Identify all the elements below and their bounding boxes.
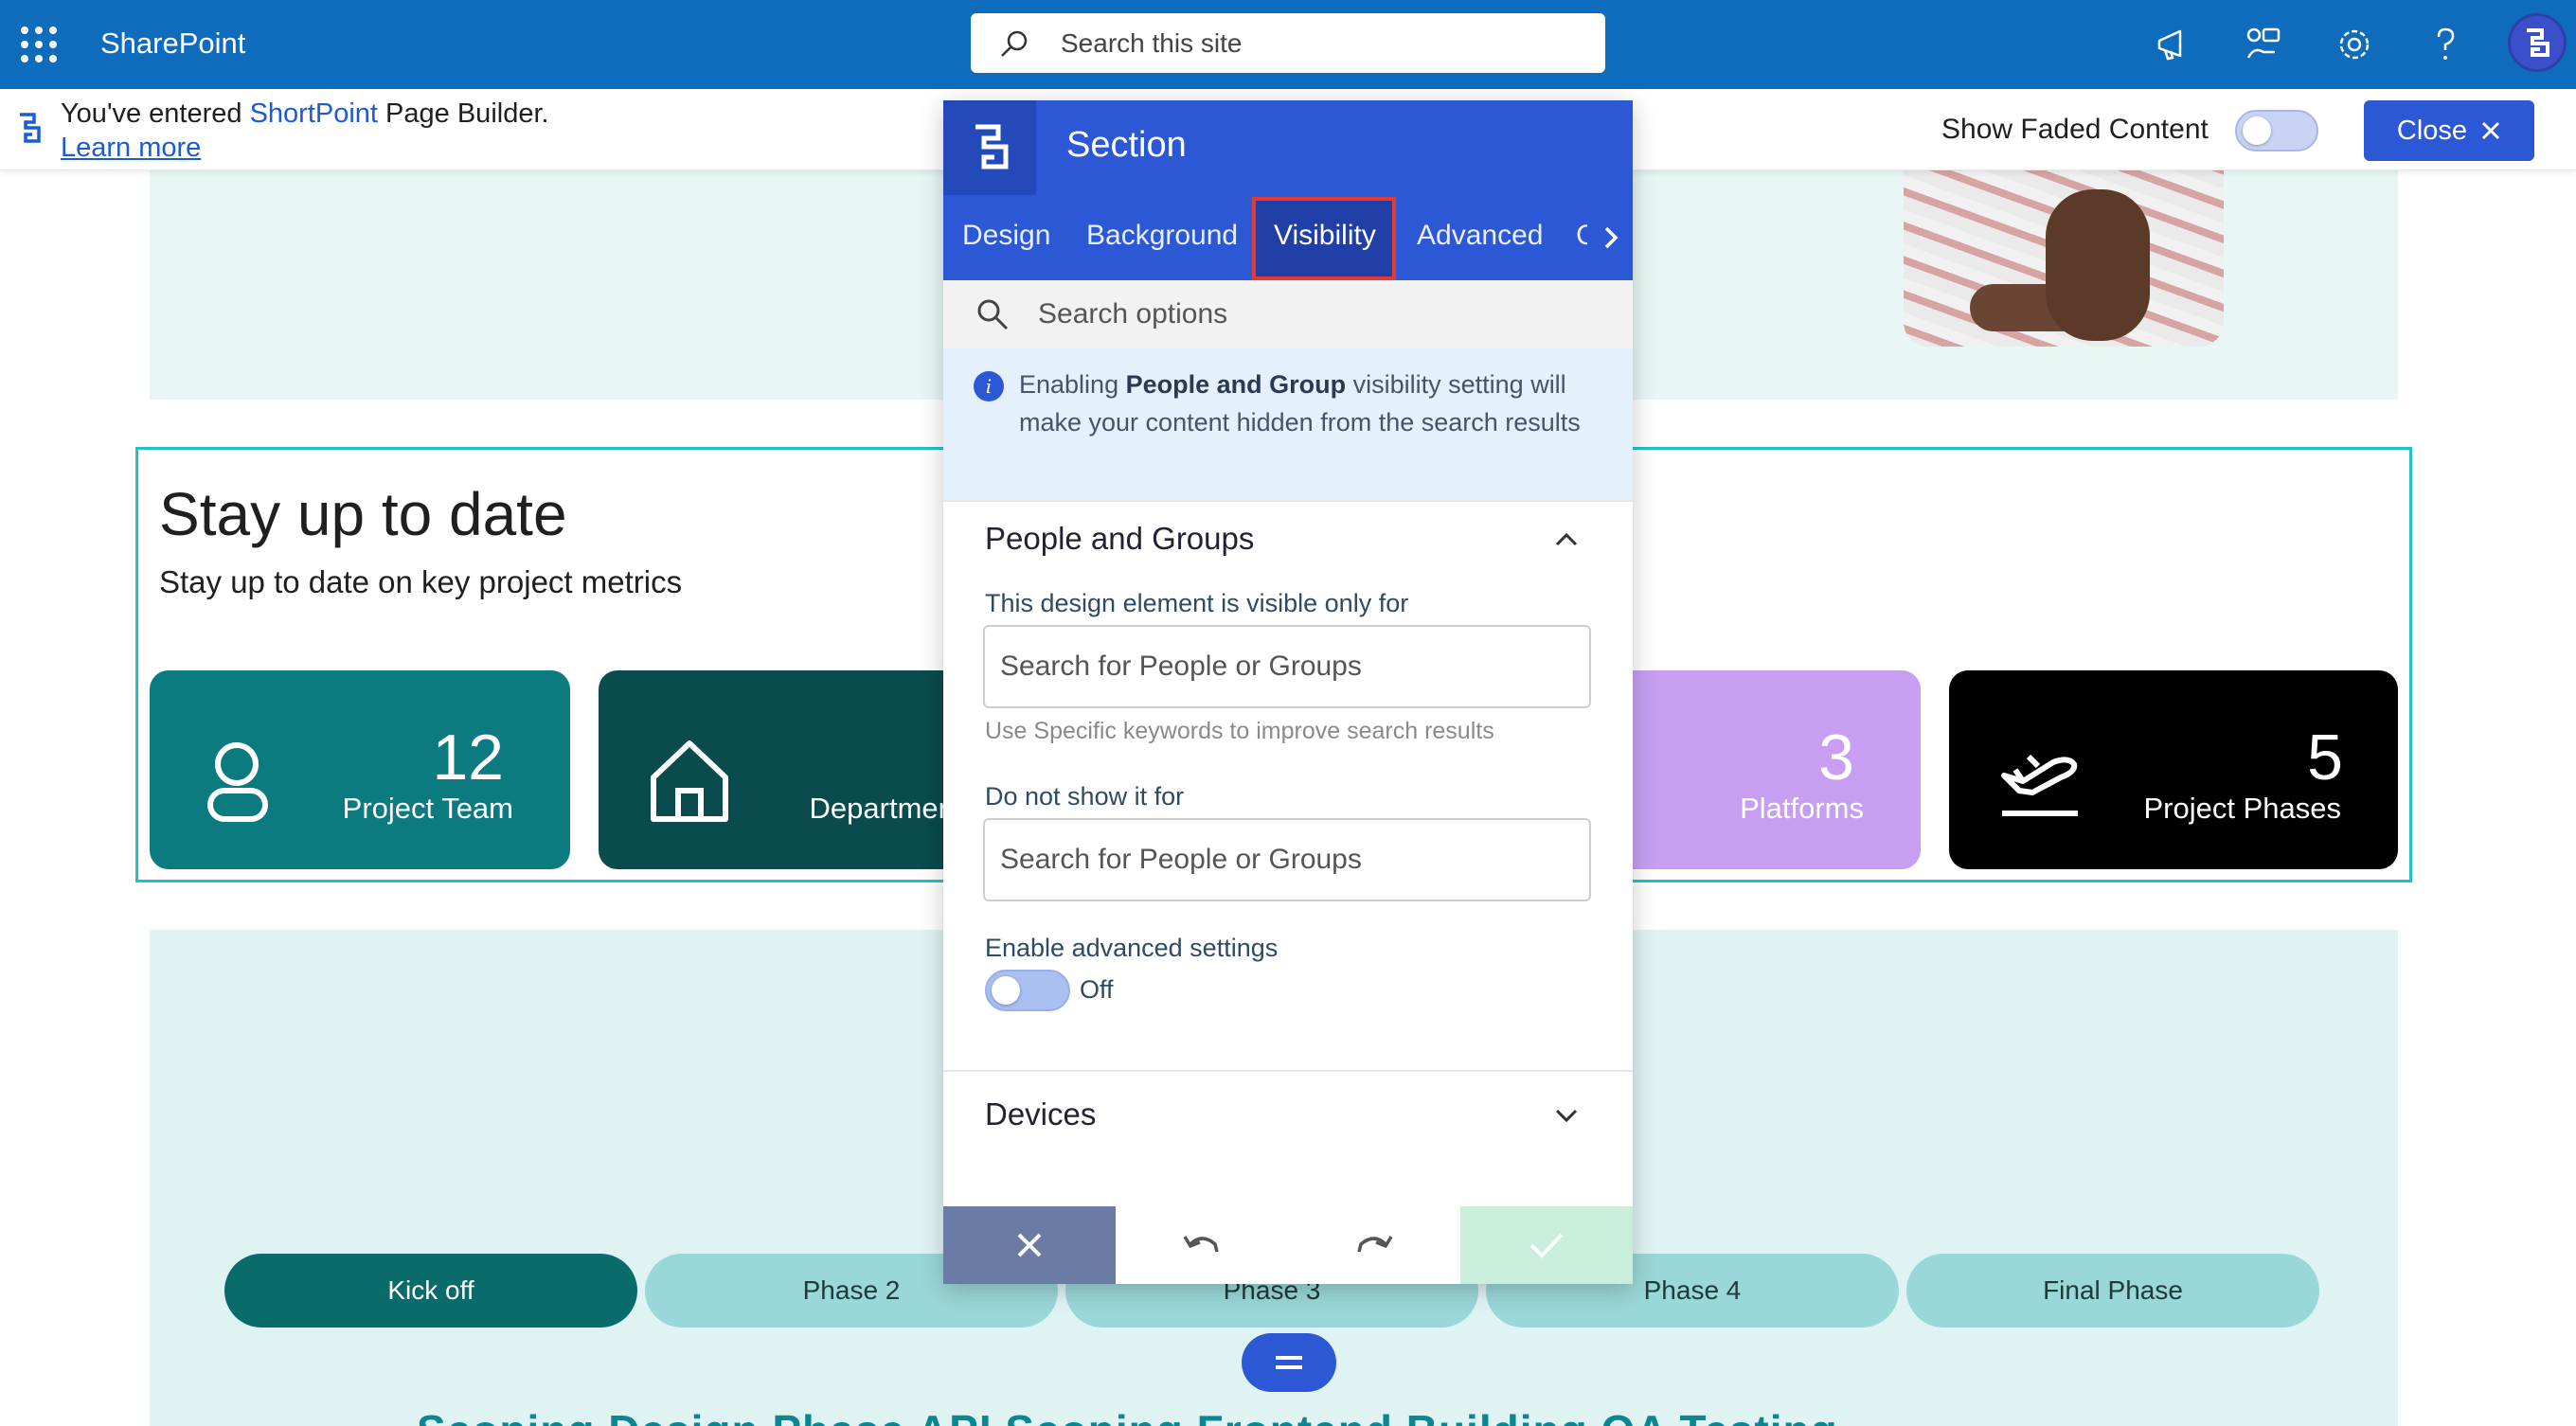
panel-title: Section [1066,125,1187,165]
undo-button[interactable] [1116,1206,1288,1284]
discard-button[interactable] [943,1206,1116,1284]
gear-icon[interactable] [2334,24,2375,65]
shortpoint-logo-icon [2527,28,2549,57]
metric-card-project-phases[interactable]: 5 Project Phases [1949,670,2398,869]
close-icon [1017,1233,1042,1257]
panel-logo [943,100,1036,195]
advanced-settings-state: Off [1080,975,1114,1004]
tab-visibility[interactable]: Visibility [1274,220,1376,252]
tab-advanced[interactable]: Advanced [1417,220,1543,252]
search-icon [977,299,1009,330]
metric-label: Platforms [1740,792,1864,825]
hero-person-photo [1904,170,2224,347]
save-button[interactable] [1460,1206,1633,1284]
options-search[interactable] [943,280,1633,348]
site-search-box[interactable] [971,13,1605,73]
shortpoint-avatar[interactable] [2508,13,2567,72]
builder-message: You've entered ShortPoint Page Builder. [61,98,549,129]
show-faded-content-toggle[interactable] [2235,110,2318,152]
metric-label: Project Team [342,792,513,825]
close-button-label: Close [2396,115,2468,146]
app-name[interactable]: SharePoint [100,27,245,61]
shortpoint-logo-icon [975,124,1009,169]
close-builder-button[interactable]: Close [2364,100,2534,161]
metric-number: 3 [1818,722,1854,793]
advanced-settings-label: Enable advanced settings [985,934,1279,962]
metric-label: Project Phases [2143,792,2342,825]
help-icon[interactable] [2424,24,2466,65]
phase-headings-row: Scoping Design Phase API Scoping Fronten… [417,1405,1838,1426]
metric-card-platforms[interactable]: 3 Platforms [1591,670,1921,869]
menu-lines-icon [1276,1356,1302,1369]
phase-tab-final[interactable]: Final Phase [1906,1254,2319,1328]
visible-for-input[interactable] [985,627,1589,706]
person-icon [207,742,268,822]
airplane-icon [2001,754,2078,816]
info-text: Enabling People and Group visibility set… [1019,370,1581,437]
tabs-scroll-right[interactable] [1589,195,1633,280]
do-not-show-label: Do not show it for [985,782,1185,811]
tab-overflow[interactable]: C [1576,220,1587,252]
metric-card-project-team[interactable]: 12 Project Team [150,670,570,869]
metrics-subtitle: Stay up to date on key project metrics [159,564,683,599]
close-icon [2482,121,2500,140]
hide-for-input[interactable] [985,820,1589,900]
learn-more-link[interactable]: Learn more [61,131,201,165]
hide-for-field[interactable] [983,818,1591,901]
search-icon [1001,30,1028,57]
options-search-input[interactable] [1038,280,1606,348]
metric-card-departments[interactable]: 3 Departments [599,670,985,869]
search-hint: Use Specific keywords to improve search … [985,718,1494,744]
builder-menu-button[interactable] [1242,1333,1336,1392]
metric-number: 5 [2307,722,2343,793]
megaphone-icon[interactable] [2152,24,2193,65]
panel-footer [943,1206,1633,1284]
phase-tab-kick-off[interactable]: Kick off [224,1254,637,1328]
divider [943,1070,1633,1072]
advanced-settings-toggle[interactable] [985,970,1070,1011]
redo-icon [1357,1236,1393,1253]
home-icon [651,740,728,822]
chevron-up-icon[interactable] [1551,525,1582,555]
info-icon: i [974,371,1004,401]
suite-bar: SharePoint [0,0,2576,89]
visible-only-for-label: This design element is visible only for [985,589,1409,617]
undo-icon [1183,1236,1219,1253]
redo-button[interactable] [1288,1206,1460,1284]
show-faded-content-label: Show Faded Content [1941,114,2209,145]
checkmark-icon [1530,1233,1564,1258]
chevron-right-icon [1604,226,1619,249]
tab-background[interactable]: Background [1086,220,1238,252]
shortpoint-logo-icon [20,113,41,143]
visibility-info-notice: i Enabling People and Group visibility s… [943,348,1633,500]
panel-header [943,100,1633,195]
share-network-icon[interactable] [2243,24,2284,65]
tab-design[interactable]: Design [962,220,1050,252]
section-settings-panel: Section Design Background Visibility Adv… [943,100,1633,1284]
metrics-title: Stay up to date [159,480,567,548]
site-search-input[interactable] [1061,13,1591,73]
app-launcher-icon[interactable] [21,27,57,62]
people-groups-title[interactable]: People and Groups [985,521,1254,557]
visible-for-field[interactable] [983,625,1591,708]
metric-number: 12 [432,722,504,793]
divider [943,500,1633,502]
chevron-down-icon[interactable] [1551,1100,1582,1131]
shortpoint-brand-text: ShortPoint [249,98,378,129]
devices-title[interactable]: Devices [985,1096,1096,1132]
